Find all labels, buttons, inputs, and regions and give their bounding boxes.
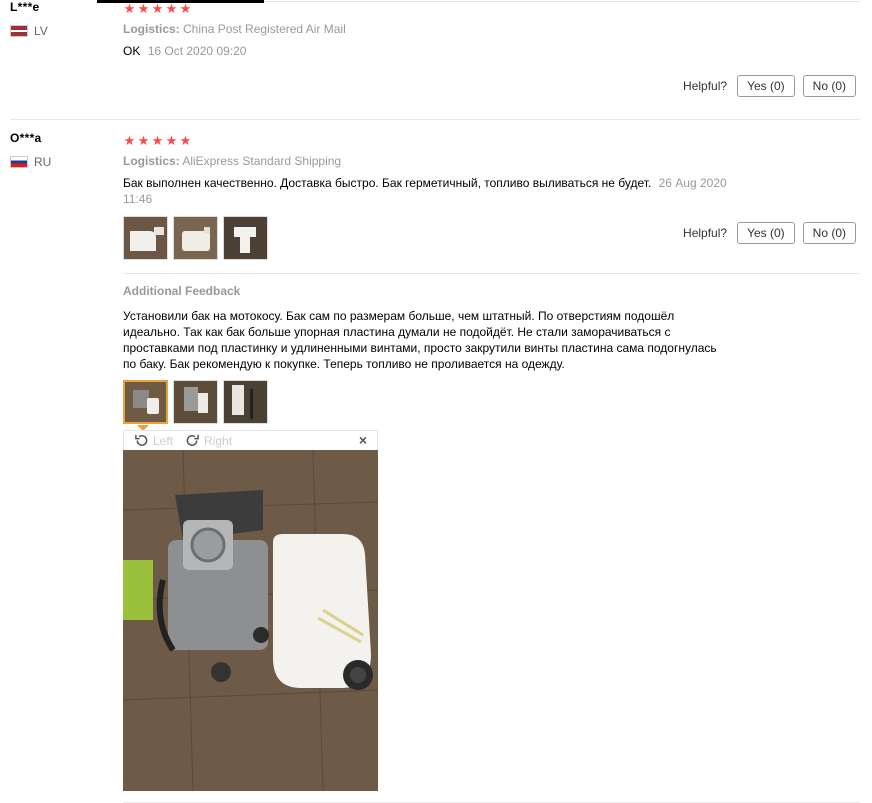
additional-feedback-title: Additional Feedback (123, 284, 241, 298)
tab-bar-rule (264, 1, 860, 2)
logistics-info: Logistics: AliExpress Standard Shipping (123, 154, 341, 168)
review-photos (123, 216, 268, 260)
review-photo-thumbnail[interactable] (223, 216, 268, 260)
review-body: OK 16 Oct 2020 09:20 (123, 43, 246, 59)
review-photo-thumbnail[interactable] (173, 216, 218, 260)
helpful-label: Helpful? (683, 226, 728, 240)
rating-stars: ★ ★ ★ ★ ★ (123, 2, 192, 15)
feedback-photo-thumbnail-selected[interactable] (123, 380, 168, 424)
star-icon: ★ (137, 133, 150, 148)
rating-stars: ★ ★ ★ ★ ★ (123, 134, 192, 147)
rotate-left-icon (135, 434, 148, 446)
reviewer-name: O***a (10, 131, 42, 145)
image-viewer-toolbar: Left Right × (123, 430, 378, 450)
logistics-info: Logistics: China Post Registered Air Mai… (123, 22, 346, 36)
helpful-label: Helpful? (683, 79, 728, 93)
reviewer-name: L***e (10, 0, 40, 14)
helpful-controls: Helpful? Yes (0) No (0) (683, 222, 856, 244)
review-time: 11:46 (123, 192, 153, 206)
rotate-left-label: Left (153, 433, 174, 448)
review-text: OK (123, 44, 141, 58)
close-icon[interactable]: × (359, 432, 367, 448)
helpful-controls: Helpful? Yes (0) No (0) (683, 75, 856, 97)
star-icon: ★ (151, 133, 164, 148)
helpful-yes-button[interactable]: Yes (0) (737, 75, 795, 97)
review-body: Бак выполнен качественно. Доставка быстр… (123, 175, 763, 207)
logistics-label: Logistics: (123, 22, 180, 36)
logistics-value: AliExpress Standard Shipping (182, 154, 342, 168)
rotate-right-button[interactable]: Right (185, 433, 232, 448)
review-text: Бак выполнен качественно. Доставка быстр… (123, 176, 652, 190)
star-icon: ★ (179, 133, 192, 148)
additional-feedback-text: Установили бак на мотокосу. Бак сам по р… (123, 309, 717, 371)
star-icon: ★ (151, 1, 164, 16)
logistics-value: China Post Registered Air Mail (183, 22, 346, 36)
feedback-photo-thumbnail[interactable] (223, 380, 268, 424)
star-icon: ★ (123, 133, 136, 148)
helpful-no-button[interactable]: No (0) (802, 222, 856, 244)
helpful-yes-button[interactable]: Yes (0) (737, 222, 795, 244)
review-photo-thumbnail[interactable] (123, 216, 168, 260)
logistics-label: Logistics: (123, 154, 180, 168)
country-code: RU (34, 155, 52, 169)
feedback-photos (123, 380, 268, 424)
feedback-divider (123, 273, 860, 274)
russia-flag-icon (10, 156, 28, 168)
star-icon: ★ (165, 133, 178, 148)
latvia-flag-icon (10, 25, 28, 37)
star-icon: ★ (123, 1, 136, 16)
rotate-right-label: Right (204, 433, 233, 448)
feedback-photo-thumbnail[interactable] (173, 380, 218, 424)
star-icon: ★ (137, 1, 150, 16)
review-divider (10, 119, 860, 120)
helpful-no-button[interactable]: No (0) (802, 75, 856, 97)
star-icon: ★ (165, 1, 178, 16)
review-date: 26 Aug 2020 (658, 176, 727, 190)
rotate-right-icon (186, 434, 199, 446)
country-code: LV (34, 24, 48, 38)
rotate-left-button[interactable]: Left (134, 433, 173, 448)
review-date: 16 Oct 2020 09:20 (147, 44, 247, 58)
reviewer-country: RU (10, 155, 51, 169)
star-icon: ★ (179, 1, 192, 16)
reviewer-country: LV (10, 24, 48, 38)
enlarged-review-photo (123, 450, 378, 791)
